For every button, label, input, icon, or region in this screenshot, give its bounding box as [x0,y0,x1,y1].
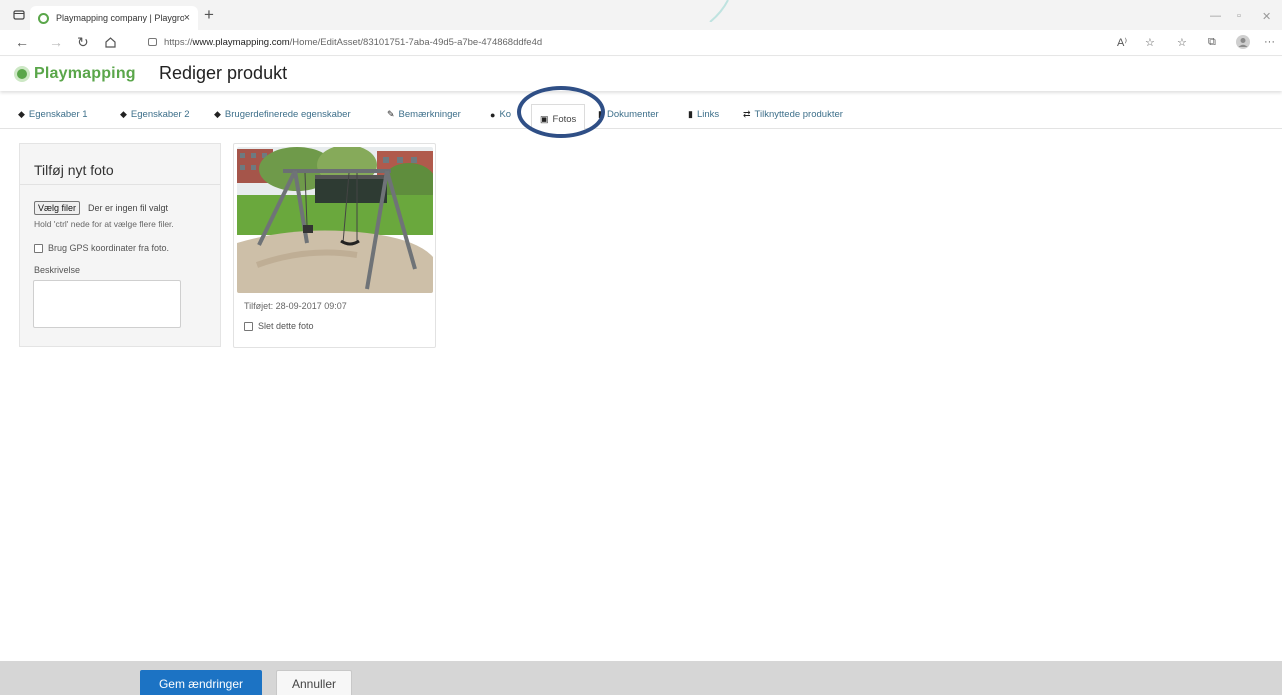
page-title: Rediger produkt [159,63,288,83]
logo-text: Playmapping [34,65,136,82]
playmapping-logo[interactable]: Playmapping [14,65,136,83]
decorative-curve [709,0,729,22]
tab-egenskaber-1[interactable]: ◆ Egenskaber 1 [18,109,88,120]
read-aloud-icon[interactable]: A⁾ [1117,36,1127,49]
retweet-icon: ⇄ [743,109,751,119]
highlight-circle-annotation [517,86,605,138]
add-photo-panel: Tilføj nyt foto Vælg filer Der er ingen … [19,143,221,347]
refresh-icon[interactable]: ↻ [77,34,89,50]
profile-icon[interactable] [1236,35,1250,49]
add-photo-title: Tilføj nyt foto [34,162,114,178]
gps-checkbox[interactable] [34,243,43,253]
more-icon[interactable]: ··· [1264,36,1275,48]
cancel-button[interactable]: Annuller [276,670,352,695]
delete-photo-checkbox[interactable] [244,321,253,331]
panel-divider [20,184,220,185]
photo-card: Tilføjet: 28-09-2017 09:07 Slet dette fo… [233,143,436,348]
tab-label: Links [696,109,720,120]
description-label: Beskrivelse [34,265,81,275]
app-header: Playmapping Rediger produkt [0,57,1282,91]
tab-links[interactable]: ▮ Links [688,109,719,120]
tab-bemaerkninger[interactable]: ✎ Bemærkninger [387,109,461,120]
footer-bar: Gem ændringer Annuller [0,661,1282,695]
forward-icon[interactable]: → [49,34,63,50]
delete-photo-label: Slet dette foto [258,321,314,331]
url-domain: www.playmapping.com [192,37,290,48]
tab-brugerdefinerede-egenskaber[interactable]: ◆ Brugerdefinerede egenskaber [214,109,351,120]
tab-label: Ko [499,109,512,120]
product-tabs: ◆ Egenskaber 1 ◆ Egenskaber 2 ◆ Brugerdefin… [0,104,1282,130]
bookmark-icon: ▮ [688,109,693,119]
lock-icon [148,38,157,46]
tab-kort[interactable]: ● Ko [490,109,511,120]
save-button[interactable]: Gem ændringer [140,670,262,695]
tab-label: Dokumenter [606,109,659,120]
url-prefix: https:// [164,37,193,48]
new-tab-icon[interactable]: + [204,6,214,24]
address-bar: ← → ↻ https://www.playmapping.com/Home/E… [0,30,1282,56]
page: Playmapping company | Playgro × + — ▫ ✕ … [0,0,1282,695]
browser-tab[interactable]: Playmapping company | Playgro × [30,6,198,30]
logo-mark-icon [14,66,30,82]
tab-label: Brugerdefinerede egenskaber [224,109,351,120]
tab-label: Egenskaber 2 [130,109,190,120]
no-file-text: Der er ingen fil valgt [88,203,169,213]
delete-photo-option[interactable]: Slet dette foto [244,321,314,331]
description-textarea[interactable] [33,280,181,328]
tags-icon: ◆ [214,109,221,119]
restore-icon[interactable]: ▫ [1237,10,1241,22]
browser-tab-title: Playmapping company | Playgro [56,13,184,23]
tab-label: Egenskaber 1 [28,109,88,120]
gps-label: Brug GPS koordinater fra foto. [48,243,170,253]
tab-label: Bemærkninger [398,109,461,120]
collections-icon[interactable]: ⧉ [1208,36,1216,49]
favorite-add-icon[interactable]: ☆ [1145,36,1155,49]
map-marker-icon: ● [490,109,496,120]
tab-label: Tilknyttede produkter [754,109,843,120]
choose-files-button[interactable]: Vælg filer [34,201,81,215]
tab-actions-icon[interactable] [12,8,26,22]
tag-icon: ◆ [18,109,25,119]
swing-photo[interactable] [237,147,433,293]
back-icon[interactable]: ← [15,34,29,50]
photo-added-date: Tilføjet: 28-09-2017 09:07 [244,301,347,311]
tag-icon: ◆ [120,109,127,119]
close-tab-icon[interactable]: × [184,12,190,24]
browser-tabstrip: Playmapping company | Playgro × + — ▫ ✕ [0,0,1282,30]
pencil-icon: ✎ [387,109,395,119]
close-window-icon[interactable]: ✕ [1262,10,1271,23]
url-path: /Home/EditAsset/83101751-7aba-49d5-a7be-… [289,37,543,48]
tab-dokumenter[interactable]: ▮ Dokumenter [598,109,659,120]
favorites-icon[interactable]: ☆ [1177,36,1187,49]
tab-tilknyttede-produkter[interactable]: ⇄ Tilknyttede produkter [743,109,843,120]
tab-egenskaber-2[interactable]: ◆ Egenskaber 2 [120,109,190,120]
multi-select-hint: Hold 'ctrl' nede for at vælge flere file… [34,219,174,229]
favicon-icon [38,12,49,24]
url-field[interactable]: https://www.playmapping.com/Home/EditAss… [148,37,542,48]
gps-option[interactable]: Brug GPS koordinater fra foto. [34,243,169,253]
home-icon[interactable] [104,36,117,49]
minimize-icon[interactable]: — [1210,10,1221,22]
